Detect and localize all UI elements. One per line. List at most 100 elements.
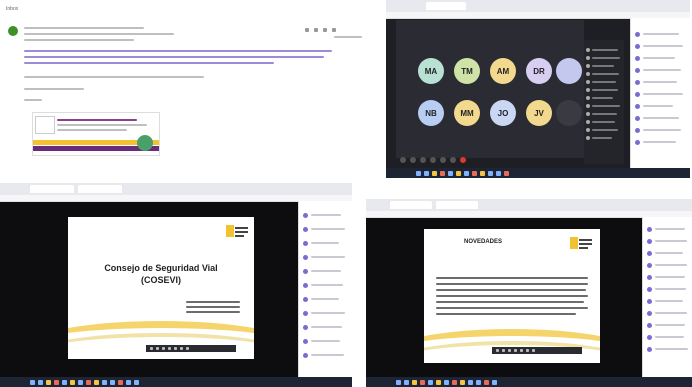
taskbar-app-icon[interactable] bbox=[480, 170, 485, 176]
browser-tab[interactable] bbox=[78, 185, 122, 193]
slide-text-line bbox=[436, 307, 588, 309]
taskbar-app-icon[interactable] bbox=[456, 170, 461, 176]
participant-icon bbox=[586, 56, 590, 60]
grid-icon[interactable] bbox=[520, 349, 523, 352]
mic-icon[interactable] bbox=[400, 157, 406, 163]
presentation-controls[interactable] bbox=[492, 347, 582, 354]
participant-row bbox=[592, 113, 617, 115]
participant-icon bbox=[586, 72, 590, 76]
taskbar-app-icon[interactable] bbox=[428, 379, 433, 385]
taskbar-app-icon[interactable] bbox=[126, 379, 131, 385]
browser-tab[interactable] bbox=[426, 2, 466, 10]
browser-tab[interactable] bbox=[436, 201, 478, 209]
taskbar-app-icon[interactable] bbox=[504, 170, 509, 176]
pen-icon[interactable] bbox=[162, 347, 165, 350]
reply-all-icon[interactable] bbox=[314, 28, 318, 32]
taskbar-app-icon[interactable] bbox=[436, 379, 441, 385]
call-controls[interactable] bbox=[400, 156, 580, 164]
slide-title-line1: Consejo de Seguridad Vial bbox=[104, 263, 218, 273]
taskbar-app-icon[interactable] bbox=[448, 170, 453, 176]
taskbar-app-icon[interactable] bbox=[404, 379, 409, 385]
settings-icon[interactable] bbox=[532, 349, 535, 352]
signature-line-1 bbox=[57, 124, 147, 126]
taskbar-app-icon[interactable] bbox=[460, 379, 465, 385]
participant-avatar: MM bbox=[454, 100, 480, 126]
more-options-icon[interactable] bbox=[450, 157, 456, 163]
taskbar-app-icon[interactable] bbox=[492, 379, 497, 385]
taskbar-app-icon[interactable] bbox=[396, 379, 401, 385]
participant-avatar: NB bbox=[418, 100, 444, 126]
share-screen-icon[interactable] bbox=[420, 157, 426, 163]
taskbar-app-icon[interactable] bbox=[432, 170, 437, 176]
next-slide-icon[interactable] bbox=[156, 347, 159, 350]
taskbar-app-icon[interactable] bbox=[118, 379, 123, 385]
taskbar-app-icon[interactable] bbox=[38, 379, 43, 385]
camera-icon[interactable] bbox=[410, 157, 416, 163]
sender-avatar bbox=[8, 26, 18, 36]
chat-row bbox=[643, 57, 675, 59]
chat-avatar bbox=[647, 287, 652, 292]
taskbar-app-icon[interactable] bbox=[472, 170, 477, 176]
raise-hand-icon[interactable] bbox=[430, 157, 436, 163]
taskbar-app-icon[interactable] bbox=[62, 379, 67, 385]
pen-icon[interactable] bbox=[508, 349, 511, 352]
email-link-1[interactable] bbox=[24, 50, 332, 52]
taskbar-app-icon[interactable] bbox=[464, 170, 469, 176]
taskbar-app-icon[interactable] bbox=[78, 379, 83, 385]
zoom-icon[interactable] bbox=[168, 347, 171, 350]
taskbar-app-icon[interactable] bbox=[70, 379, 75, 385]
taskbar-app-icon[interactable] bbox=[468, 379, 473, 385]
chat-avatar bbox=[647, 275, 652, 280]
more-icon[interactable] bbox=[526, 349, 529, 352]
taskbar-app-icon[interactable] bbox=[416, 170, 421, 176]
taskbar-app-icon[interactable] bbox=[46, 379, 51, 385]
taskbar-app-icon[interactable] bbox=[412, 379, 417, 385]
chat-row bbox=[311, 326, 342, 328]
chat-avatar bbox=[303, 241, 308, 246]
more-icon[interactable] bbox=[332, 28, 336, 32]
presentation-controls[interactable] bbox=[146, 345, 236, 352]
chat-avatar bbox=[303, 283, 308, 288]
chat-row bbox=[655, 264, 687, 266]
taskbar-app-icon[interactable] bbox=[440, 170, 445, 176]
grid-icon[interactable] bbox=[174, 347, 177, 350]
reactions-icon[interactable] bbox=[440, 157, 446, 163]
browser-tab[interactable] bbox=[30, 185, 74, 193]
taskbar-app-icon[interactable] bbox=[488, 170, 493, 176]
taskbar-app-icon[interactable] bbox=[424, 170, 429, 176]
chat-avatar bbox=[635, 80, 640, 85]
participant-avatar: JV bbox=[526, 100, 552, 126]
settings-icon[interactable] bbox=[186, 347, 189, 350]
taskbar-app-icon[interactable] bbox=[30, 379, 35, 385]
taskbar-app-icon[interactable] bbox=[452, 379, 457, 385]
prev-slide-icon[interactable] bbox=[150, 347, 153, 350]
reply-icon[interactable] bbox=[305, 28, 309, 32]
chat-row bbox=[643, 117, 679, 119]
next-slide-icon[interactable] bbox=[502, 349, 505, 352]
taskbar-app-icon[interactable] bbox=[54, 379, 59, 385]
forward-icon[interactable] bbox=[323, 28, 327, 32]
taskbar-app-icon[interactable] bbox=[94, 379, 99, 385]
taskbar-app-icon[interactable] bbox=[484, 379, 489, 385]
taskbar-app-icon[interactable] bbox=[444, 379, 449, 385]
slide-text-line bbox=[436, 283, 588, 285]
email-link-2[interactable] bbox=[24, 56, 324, 58]
taskbar-app-icon[interactable] bbox=[110, 379, 115, 385]
zoom-icon[interactable] bbox=[514, 349, 517, 352]
participant-icon bbox=[586, 104, 590, 108]
participant-icon bbox=[586, 48, 590, 52]
taskbar-app-icon[interactable] bbox=[134, 379, 139, 385]
taskbar-app-icon[interactable] bbox=[102, 379, 107, 385]
taskbar-app-icon[interactable] bbox=[420, 379, 425, 385]
chat-avatar bbox=[647, 227, 652, 232]
more-icon[interactable] bbox=[180, 347, 183, 350]
email-link-3[interactable] bbox=[24, 62, 274, 64]
taskbar-app-icon[interactable] bbox=[476, 379, 481, 385]
email-actions[interactable] bbox=[305, 28, 336, 32]
taskbar-app-icon[interactable] bbox=[496, 170, 501, 176]
browser-tab[interactable] bbox=[390, 201, 432, 209]
chat-avatar bbox=[647, 263, 652, 268]
taskbar-app-icon[interactable] bbox=[86, 379, 91, 385]
hang-up-icon[interactable] bbox=[460, 157, 466, 163]
prev-slide-icon[interactable] bbox=[496, 349, 499, 352]
